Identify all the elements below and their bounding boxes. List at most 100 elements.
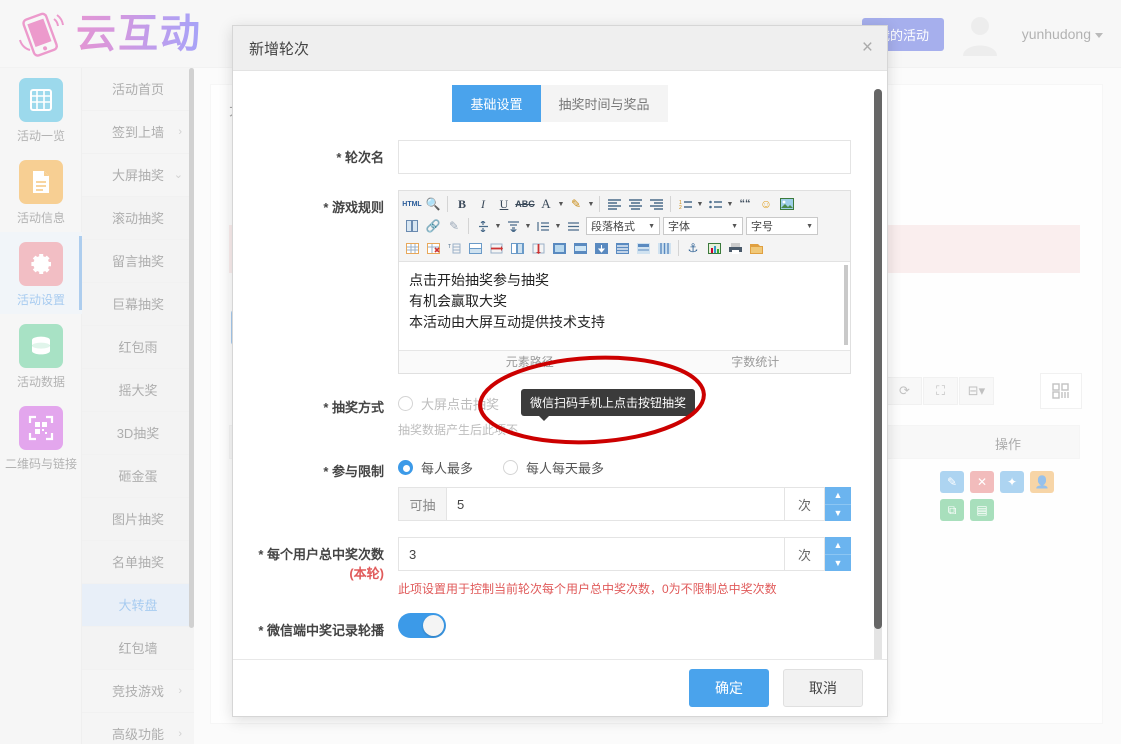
chevron-down-icon[interactable]: ▼ bbox=[587, 201, 595, 208]
total-win-count-hint: 此项设置用于控制当前轮次每个用户总中奖次数，0为不限制总中奖次数 bbox=[398, 580, 851, 597]
field-game-rules: * 游戏规则 HTML 🔍 B I U ABC bbox=[233, 190, 887, 374]
table-delete-icon[interactable] bbox=[423, 238, 443, 258]
radio-label: 每人最多 bbox=[421, 458, 473, 477]
add-round-dialog: 新增轮次 × 基础设置 抽奖时间与奖品 * 轮次名 * 游戏规则 bbox=[232, 25, 888, 717]
font-color-icon[interactable]: A bbox=[536, 194, 556, 214]
page-break-icon[interactable] bbox=[402, 216, 422, 236]
table-multi-icon[interactable] bbox=[654, 238, 674, 258]
close-icon[interactable]: × bbox=[862, 38, 873, 57]
total-win-count-input[interactable] bbox=[398, 537, 785, 571]
field-wechat-record-carousel: * 微信端中奖记录轮播 开启后微信端将轮播历史中奖记录 bbox=[233, 613, 887, 659]
editor-scrollbar[interactable] bbox=[844, 265, 848, 345]
table-cell-icon[interactable] bbox=[549, 238, 569, 258]
table-full-icon[interactable] bbox=[633, 238, 653, 258]
table-col-icon[interactable] bbox=[507, 238, 527, 258]
stepper-suffix-label: 次 bbox=[785, 487, 825, 521]
chevron-down-icon: ▼ bbox=[648, 223, 655, 230]
emoji-icon[interactable]: ☺ bbox=[756, 194, 776, 214]
align-right-icon[interactable] bbox=[646, 194, 666, 214]
svg-text:2: 2 bbox=[679, 205, 682, 210]
field-round-name: * 轮次名 bbox=[233, 140, 887, 174]
eraser-icon[interactable]: ✎ bbox=[444, 216, 464, 236]
search-icon[interactable]: 🔍 bbox=[423, 194, 443, 214]
stepper-spinner: ▲ ▼ bbox=[825, 537, 851, 571]
wechat-carousel-hint: 开启后微信端将轮播历史中奖记录 bbox=[398, 658, 851, 659]
chevron-down-icon[interactable]: ▼ bbox=[696, 201, 704, 208]
table-insert-row-icon[interactable] bbox=[465, 238, 485, 258]
wechat-carousel-toggle[interactable] bbox=[398, 613, 446, 638]
paragraph-format-select[interactable]: 段落格式 ▼ bbox=[586, 217, 660, 235]
chevron-down-icon: ▼ bbox=[731, 223, 738, 230]
stepper-down-icon[interactable]: ▼ bbox=[825, 555, 851, 572]
cancel-button[interactable]: 取消 bbox=[783, 669, 863, 707]
dialog-header: 新增轮次 × bbox=[233, 26, 887, 71]
blockquote-icon[interactable]: ““ bbox=[735, 194, 755, 214]
print-icon[interactable] bbox=[725, 238, 745, 258]
strikethrough-icon[interactable]: ABC bbox=[515, 194, 535, 214]
chevron-down-icon[interactable]: ▼ bbox=[726, 201, 734, 208]
font-size-select[interactable]: 字号 ▼ bbox=[746, 217, 818, 235]
table-prop-icon[interactable] bbox=[570, 238, 590, 258]
italic-icon[interactable]: I bbox=[473, 194, 493, 214]
editor-toolbar-row-2: 🔗 ✎ ▼ ▼ bbox=[402, 215, 847, 237]
unordered-list-icon[interactable] bbox=[705, 194, 725, 214]
editor-toolbar-row-3: T bbox=[402, 237, 847, 259]
ordered-list-icon[interactable]: 12 bbox=[675, 194, 695, 214]
stepper-up-icon[interactable]: ▲ bbox=[825, 537, 851, 555]
chevron-down-icon[interactable]: ▼ bbox=[554, 223, 562, 230]
template-icon[interactable] bbox=[746, 238, 766, 258]
align-center-icon[interactable] bbox=[625, 194, 645, 214]
confirm-button[interactable]: 确定 bbox=[689, 669, 769, 707]
radio-per-person-max[interactable] bbox=[398, 460, 413, 475]
dialog-title: 新增轮次 bbox=[249, 38, 309, 59]
anchor-icon[interactable]: ⚓ bbox=[683, 238, 703, 258]
bold-icon[interactable]: B bbox=[452, 194, 472, 214]
table-down-icon[interactable] bbox=[591, 238, 611, 258]
participation-radio-group: 每人最多 每人每天最多 bbox=[398, 454, 851, 477]
align-left-icon[interactable] bbox=[604, 194, 624, 214]
field-label: * 每个用户总中奖次数 (本轮) bbox=[233, 537, 398, 597]
field-label-sub: (本轮) bbox=[233, 563, 384, 582]
select-label: 段落格式 bbox=[591, 218, 635, 234]
radio-label: 大屏点击抽奖 bbox=[421, 394, 499, 413]
indent-spacing-icon[interactable] bbox=[533, 216, 553, 236]
dialog-scrollbar-thumb[interactable] bbox=[874, 89, 882, 629]
table-icon[interactable] bbox=[402, 238, 422, 258]
stepper-up-icon[interactable]: ▲ bbox=[825, 487, 851, 505]
paragraph-spacing-icon[interactable] bbox=[503, 216, 523, 236]
field-total-win-count: * 每个用户总中奖次数 (本轮) 次 ▲ ▼ 此项设置用于控制当前轮次每个用户总… bbox=[233, 537, 887, 597]
stepper-prefix-label: 可抽 bbox=[398, 487, 446, 521]
tab-time-and-prizes[interactable]: 抽奖时间与奖品 bbox=[541, 85, 668, 122]
round-name-input[interactable] bbox=[398, 140, 851, 174]
radio-per-person-per-day-max[interactable] bbox=[503, 460, 518, 475]
table-grid-icon[interactable] bbox=[612, 238, 632, 258]
radio-bigscreen-click[interactable] bbox=[398, 396, 413, 411]
tab-basic-settings[interactable]: 基础设置 bbox=[452, 85, 540, 122]
underline-icon[interactable]: U bbox=[494, 194, 514, 214]
draw-method-hint: 抽奖数据产生后此项不 bbox=[398, 421, 851, 438]
paragraph-icon[interactable] bbox=[563, 216, 583, 236]
editor-toolbar-row-1: HTML 🔍 B I U ABC A ▼ ✎ ▼ bbox=[402, 193, 847, 215]
image-icon[interactable] bbox=[777, 194, 797, 214]
stepper-down-icon[interactable]: ▼ bbox=[825, 505, 851, 522]
table-merge-icon[interactable] bbox=[528, 238, 548, 258]
participation-limit-input[interactable] bbox=[446, 487, 785, 521]
chevron-down-icon[interactable]: ▼ bbox=[494, 223, 502, 230]
field-label: * 抽奖方式 bbox=[233, 390, 398, 438]
highlight-color-icon[interactable]: ✎ bbox=[566, 194, 586, 214]
editor-content-area[interactable]: 点击开始抽奖参与抽奖 有机会赢取大奖 本活动由大屏互动提供技术支持 bbox=[399, 262, 850, 350]
field-label-main: * 每个用户总中奖次数 bbox=[258, 547, 384, 562]
participation-stepper: 可抽 次 ▲ ▼ bbox=[398, 487, 851, 521]
line-height-icon[interactable] bbox=[473, 216, 493, 236]
table-split-icon[interactable] bbox=[486, 238, 506, 258]
font-family-select[interactable]: 字体 ▼ bbox=[663, 217, 743, 235]
editor-statusbar: 元素路径 字数统计 bbox=[399, 350, 850, 373]
editor-line: 点击开始抽奖参与抽奖 bbox=[409, 270, 840, 291]
table-row-prop-icon[interactable]: T bbox=[444, 238, 464, 258]
word-count-label: 字数统计 bbox=[661, 351, 850, 373]
html-source-icon[interactable]: HTML bbox=[402, 194, 422, 214]
chevron-down-icon[interactable]: ▼ bbox=[524, 223, 532, 230]
link-icon[interactable]: 🔗 bbox=[423, 216, 443, 236]
chart-icon[interactable] bbox=[704, 238, 724, 258]
chevron-down-icon[interactable]: ▼ bbox=[557, 201, 565, 208]
